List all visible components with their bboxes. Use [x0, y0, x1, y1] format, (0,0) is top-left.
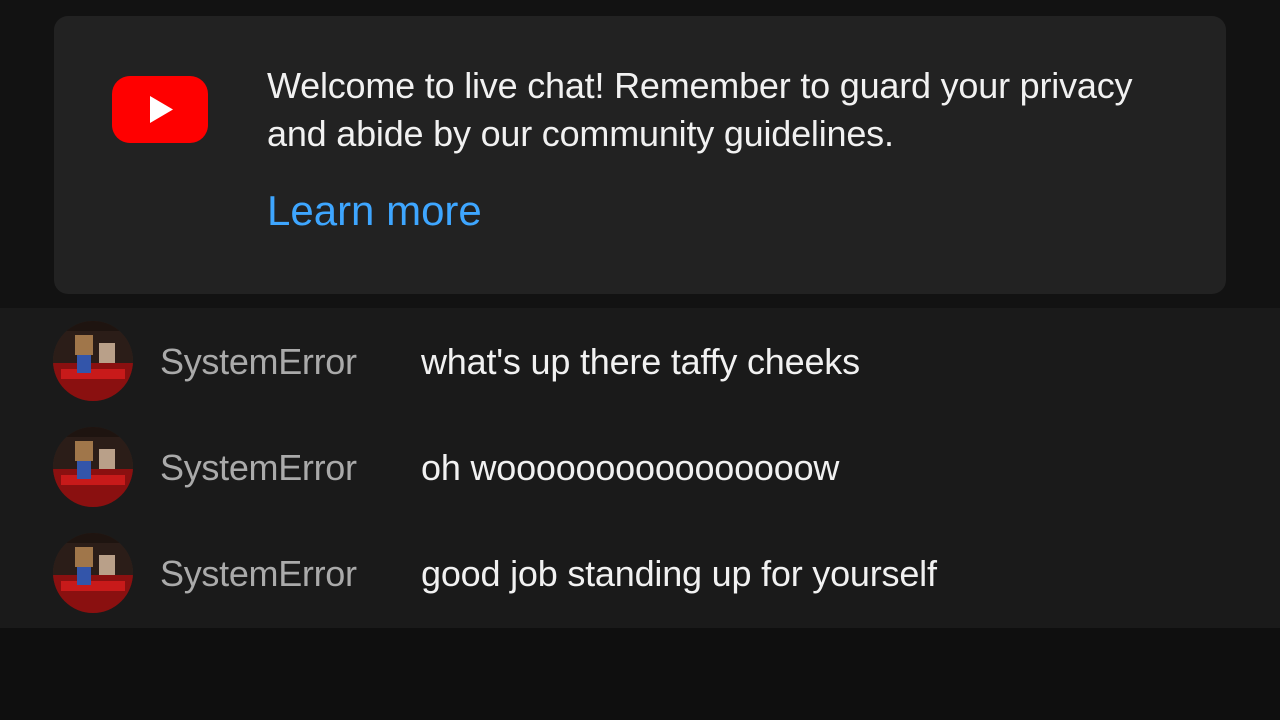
avatar[interactable]	[53, 321, 133, 401]
chat-header-area: Welcome to live chat! Remember to guard …	[0, 0, 1280, 308]
message-text: good job standing up for yourself	[421, 553, 937, 594]
message-text: oh woooooooooooooooow	[421, 447, 840, 488]
learn-more-link[interactable]: Learn more	[267, 184, 482, 238]
author-name[interactable]: SystemError	[160, 446, 357, 490]
avatar[interactable]	[53, 533, 133, 613]
avatar[interactable]	[53, 427, 133, 507]
chat-message[interactable]: SystemError good job standing up for you…	[0, 520, 1280, 626]
live-chat-page: Welcome to live chat! Remember to guard …	[0, 0, 1280, 720]
chat-message[interactable]: SystemError oh woooooooooooooooow	[0, 414, 1280, 520]
message-text: what's up there taffy cheeks	[421, 341, 860, 382]
youtube-play-icon	[112, 76, 208, 143]
chat-message[interactable]: SystemError what's up there taffy cheeks	[0, 308, 1280, 414]
welcome-message: Welcome to live chat! Remember to guard …	[267, 65, 1133, 154]
chat-message-list: SystemError what's up there taffy cheeks…	[0, 308, 1280, 628]
author-name[interactable]: SystemError	[160, 552, 357, 596]
chat-footer-area	[0, 628, 1280, 720]
author-name[interactable]: SystemError	[160, 340, 357, 384]
welcome-card: Welcome to live chat! Remember to guard …	[54, 16, 1226, 294]
